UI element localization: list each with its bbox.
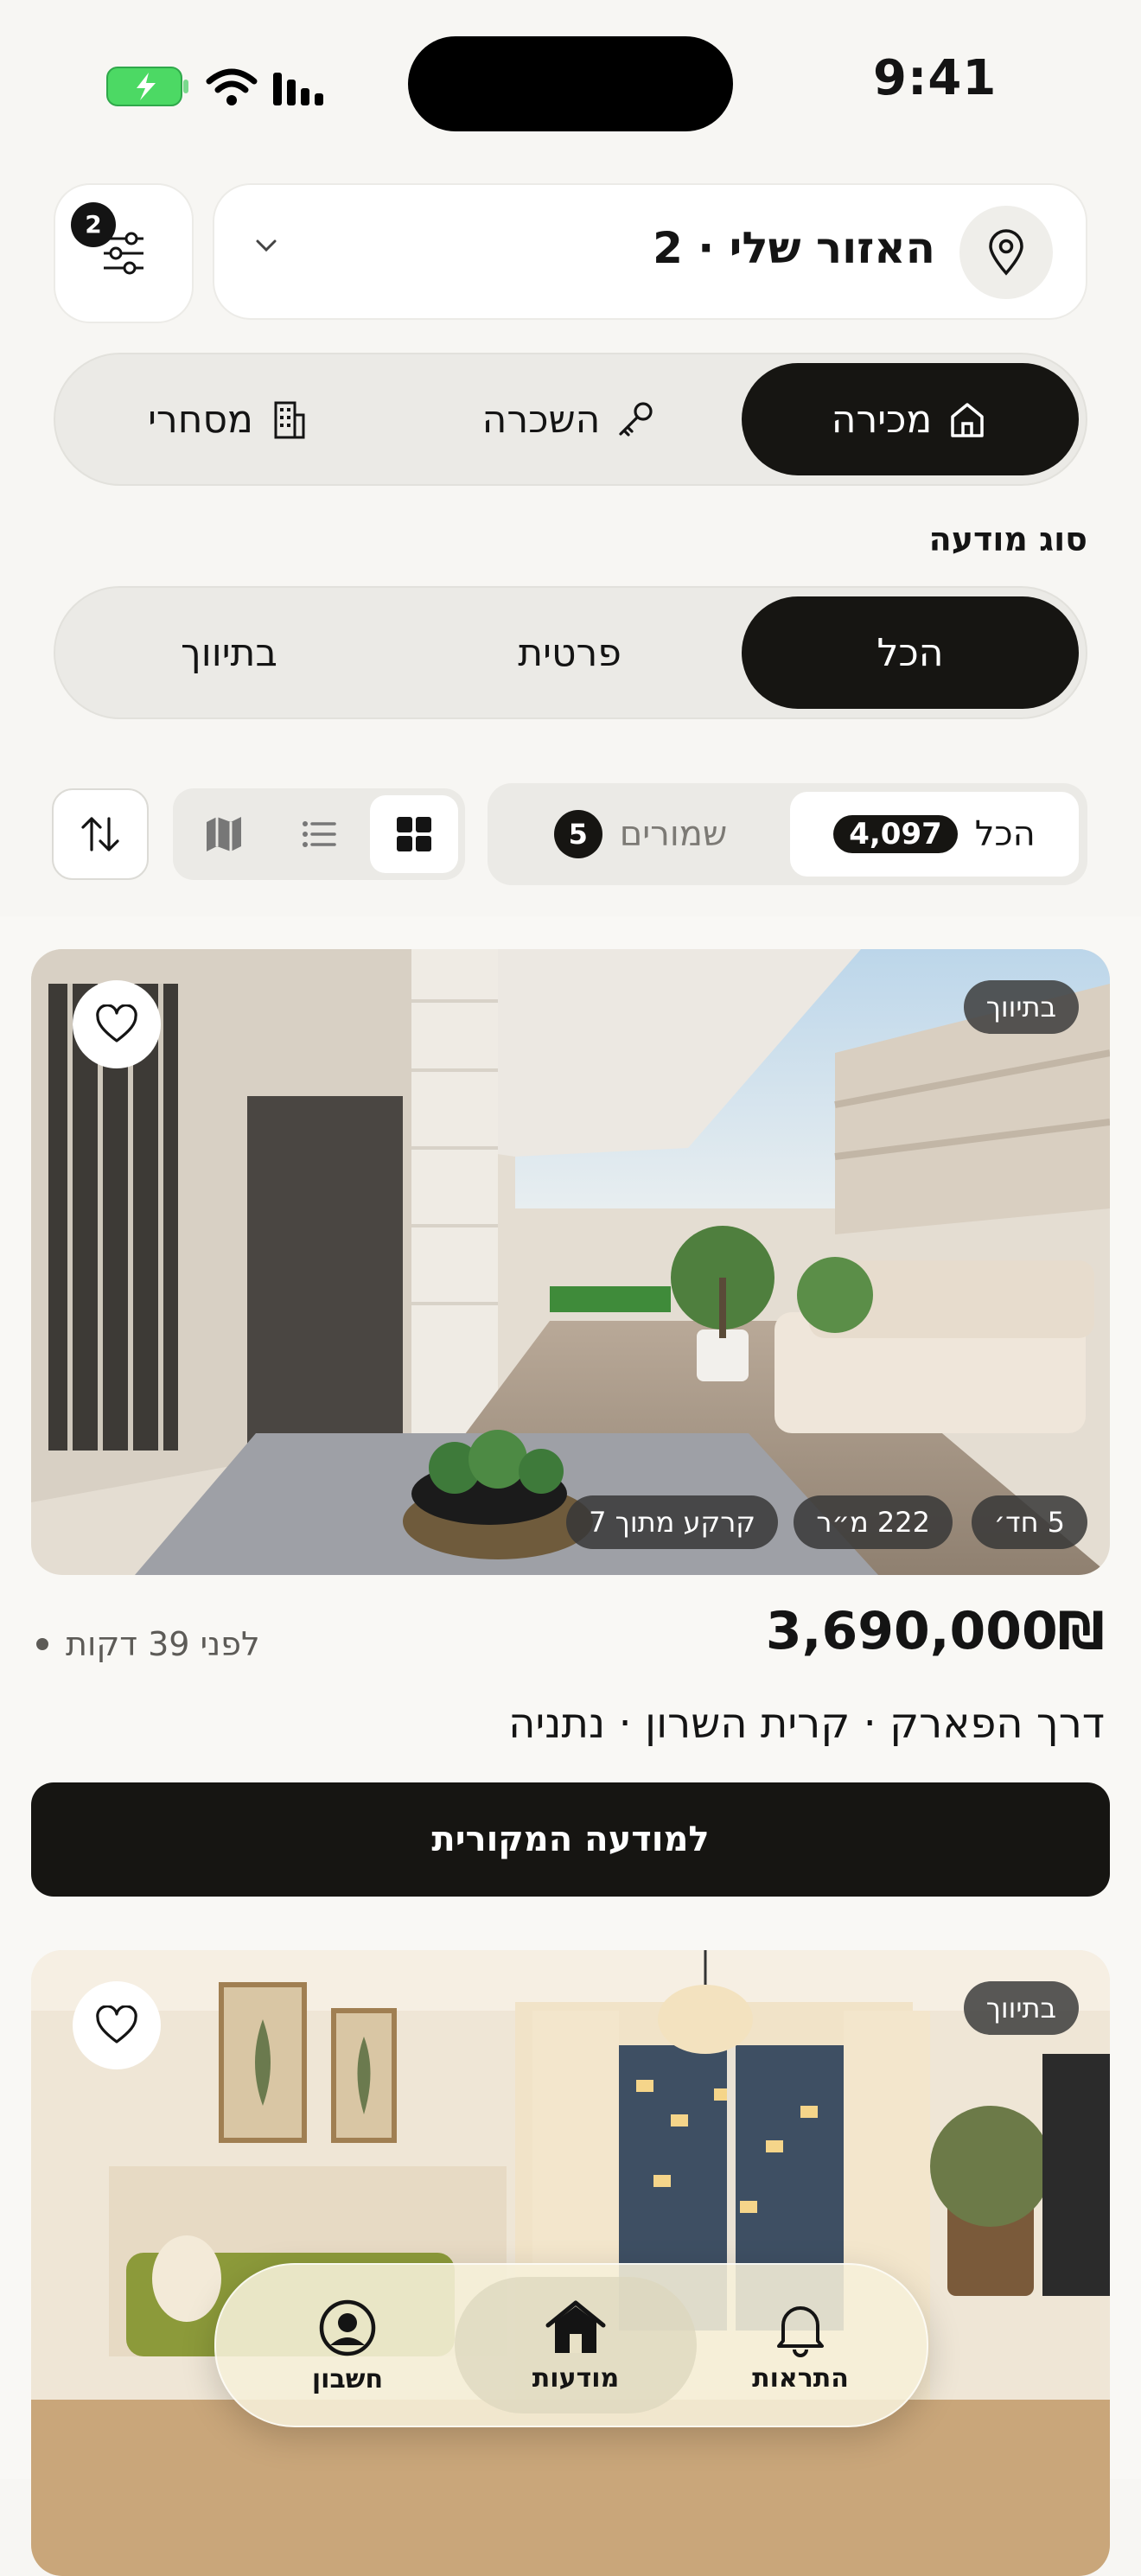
heart-icon	[96, 2005, 137, 2044]
map-view-button[interactable]	[180, 795, 268, 873]
results-filter-group: הכל 4,097 שמורים 5	[488, 783, 1087, 885]
tab-rent[interactable]: השכרה	[398, 363, 742, 475]
status-time: 9:41	[873, 50, 998, 106]
all-results-label: הכל	[974, 814, 1036, 854]
tab-account[interactable]: חשבון	[226, 2277, 469, 2413]
tab-ad-private-label: פרטית	[518, 630, 621, 675]
house-icon	[951, 403, 985, 437]
bottom-tab-bar: התראות מודעות חשבון	[214, 2263, 928, 2427]
floor-chip: קרקע מתוך 7	[566, 1495, 778, 1549]
battery-icon	[106, 67, 188, 106]
time-ago-text: לפני 39 דקות	[66, 1625, 260, 1663]
saved-label: שמורים	[619, 814, 728, 854]
tab-listings[interactable]: מודעות	[455, 2277, 697, 2413]
tab-commercial[interactable]: מסחרי	[61, 363, 398, 475]
tab-alerts[interactable]: התראות	[679, 2277, 921, 2413]
tab-commercial-label: מסחרי	[148, 397, 253, 442]
listing-time-ago: לפני 39 דקות	[36, 1625, 260, 1663]
wifi-icon	[206, 68, 258, 105]
tab-ad-broker-label: בתיווך	[181, 630, 277, 675]
view-mode-group	[173, 788, 465, 880]
filter-button[interactable]	[54, 183, 194, 323]
ad-type-title: סוג מודעה	[928, 520, 1087, 558]
listing-address: דרך הפארק · קרית השרון · נתניה	[508, 1699, 1105, 1748]
broker-status-chip: בתיווך	[963, 980, 1079, 1034]
save-listing-button[interactable]	[73, 1981, 161, 2069]
tab-listings-label: מודעות	[532, 2362, 620, 2394]
tab-sale[interactable]: מכירה	[742, 363, 1079, 475]
grid-icon	[397, 817, 431, 851]
saved-count: 5	[553, 810, 602, 858]
location-selector[interactable]: האזור שלי · 2	[213, 183, 1087, 320]
tab-account-label: חשבון	[311, 2363, 384, 2394]
sort-arrows-icon	[81, 817, 119, 851]
grid-view-button[interactable]	[370, 795, 458, 873]
area-chip: 222 מ״ר	[794, 1495, 953, 1549]
deal-type-segmented: מכירה השכרה מסחרי	[54, 353, 1087, 486]
tab-ad-all[interactable]: הכל	[742, 596, 1079, 709]
saved-tab[interactable]: שמורים 5	[496, 792, 785, 877]
save-listing-button[interactable]	[73, 980, 161, 1068]
filter-count-badge: 2	[71, 202, 116, 247]
location-pin-icon	[959, 206, 1053, 299]
listing-price: 3,690,000₪	[765, 1601, 1105, 1661]
broker-status-chip: בתיווך	[963, 1981, 1079, 2035]
patio-photo	[31, 949, 1110, 1575]
tab-rent-label: השכרה	[481, 397, 601, 442]
all-results-count: 4,097	[833, 815, 958, 853]
status-icons	[104, 61, 337, 112]
tab-alerts-label: התראות	[752, 2362, 849, 2394]
listing-photo[interactable]	[31, 949, 1110, 1575]
account-icon	[319, 2299, 376, 2356]
key-icon	[619, 402, 653, 437]
chevron-down-icon	[256, 239, 277, 252]
tab-ad-all-label: הכל	[876, 630, 944, 675]
bell-icon	[777, 2305, 824, 2357]
signal-icon	[273, 73, 323, 105]
list-view-button[interactable]	[275, 795, 363, 873]
map-icon	[207, 817, 241, 851]
dot-separator	[36, 1638, 48, 1650]
list-icon	[303, 821, 336, 847]
heart-icon	[96, 1004, 137, 1043]
ad-type-segmented: הכל פרטית בתיווך	[54, 586, 1087, 719]
all-results-tab[interactable]: הכל 4,097	[790, 792, 1079, 877]
home-icon	[545, 2300, 606, 2353]
rooms-chip: 5 חד׳	[971, 1495, 1087, 1549]
tab-sale-label: מכירה	[831, 397, 933, 442]
tab-ad-broker[interactable]: בתיווך	[61, 596, 398, 709]
dynamic-island	[408, 36, 733, 131]
location-label: האזור שלי · 2	[653, 223, 935, 273]
building-icon	[274, 401, 305, 439]
tab-ad-private[interactable]: פרטית	[398, 596, 742, 709]
sort-button[interactable]	[52, 788, 149, 880]
original-listing-button[interactable]: למודעה המקורית	[31, 1782, 1110, 1897]
